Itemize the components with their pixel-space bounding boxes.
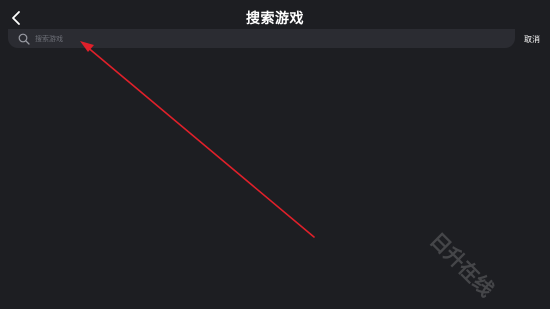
search-bar[interactable]: [8, 29, 515, 48]
search-icon: [18, 33, 30, 45]
watermark-text: 日升在线: [425, 227, 499, 302]
search-input[interactable]: [35, 31, 515, 46]
cancel-button[interactable]: 取消: [524, 34, 540, 45]
page-title: 搜索游戏: [246, 11, 304, 27]
